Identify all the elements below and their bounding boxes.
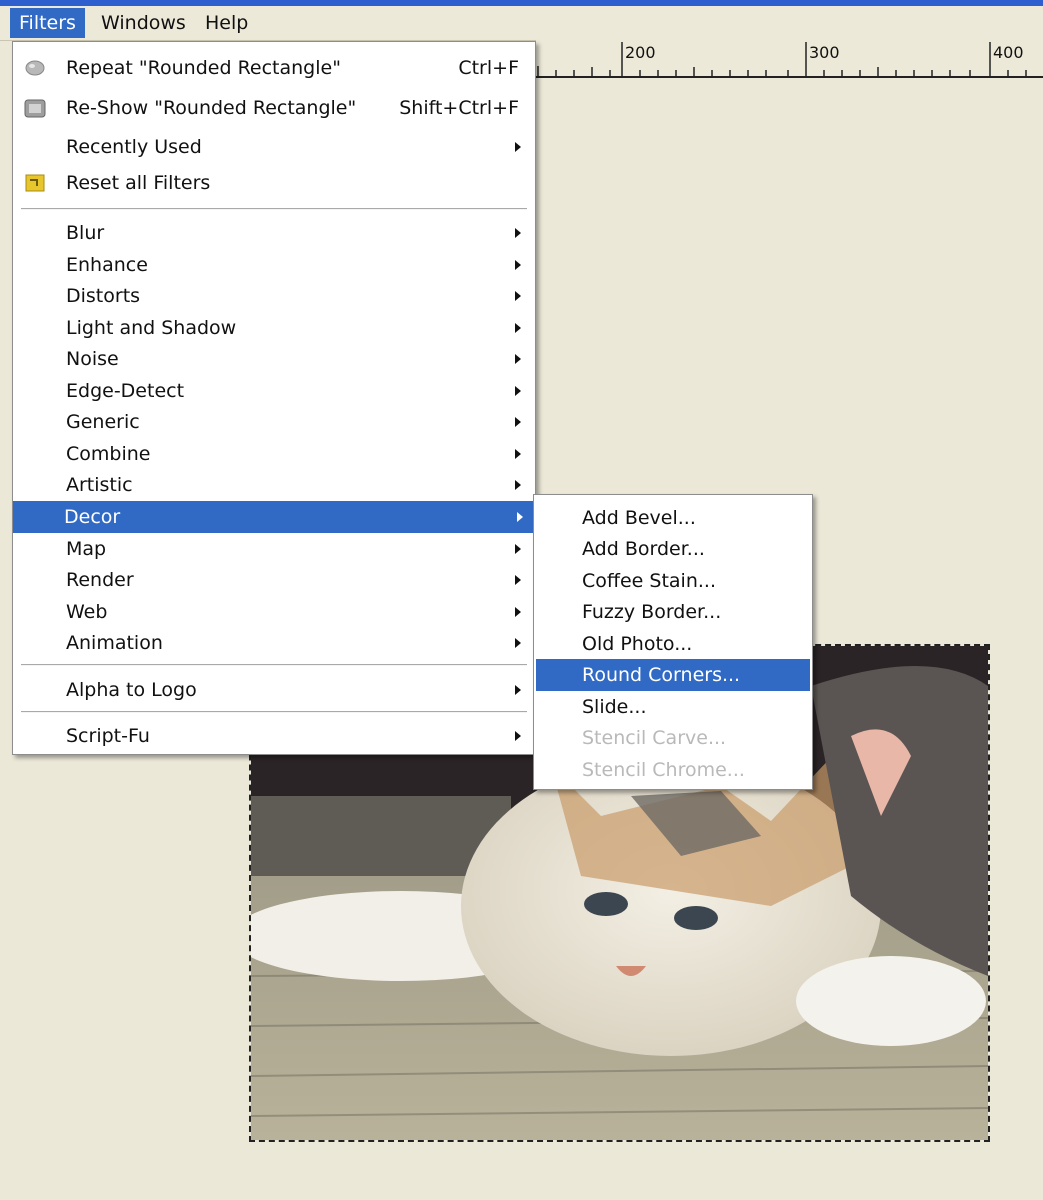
menu-item-script-fu[interactable]: Script-Fu [15,720,533,752]
submenu-item-slide[interactable]: Slide... [536,691,810,723]
menu-filters[interactable]: Filters [10,8,85,38]
menu-item-label: Animation [66,632,163,654]
reset-filters-icon [23,172,47,194]
menu-separator [21,664,527,666]
menu-item-blur[interactable]: Blur [15,217,533,249]
submenu-item-fuzzy-border[interactable]: Fuzzy Border... [536,596,810,628]
submenu-arrow-icon [517,512,523,522]
submenu-arrow-icon [515,544,521,554]
menu-bar: Filters Windows Help [0,6,1043,41]
submenu-arrow-icon [515,480,521,490]
submenu-arrow-icon [515,386,521,396]
ruler-label-400: 400 [993,43,1024,62]
menu-item-label: Decor [64,506,121,528]
menu-item-enhance[interactable]: Enhance [15,249,533,281]
menu-item-combine[interactable]: Combine [15,438,533,470]
menu-item-label: Render [66,569,134,591]
submenu-arrow-icon [515,449,521,459]
menu-item-label: Stencil Chrome... [582,759,745,781]
submenu-arrow-icon [515,731,521,741]
ruler-ticks [537,42,1027,76]
menu-item-repeat-filter[interactable]: Repeat "Rounded Rectangle" Ctrl+F [15,52,533,84]
menu-item-reshow-filter[interactable]: Re-Show "Rounded Rectangle" Shift+Ctrl+F [15,92,533,124]
menu-item-label: Slide... [582,696,647,718]
menu-item-label: Light and Shadow [66,317,237,339]
submenu-arrow-icon [515,575,521,585]
menu-item-label: Add Bevel... [582,507,696,529]
submenu-item-stencil-carve: Stencil Carve... [536,722,810,754]
submenu-arrow-icon [515,142,521,152]
menu-item-distorts[interactable]: Distorts [15,280,533,312]
submenu-item-coffee-stain[interactable]: Coffee Stain... [536,565,810,597]
menu-item-label: Old Photo... [582,633,693,655]
menu-windows[interactable]: Windows [92,8,195,38]
menu-item-render[interactable]: Render [15,564,533,596]
menu-item-map[interactable]: Map [15,533,533,565]
submenu-item-old-photo[interactable]: Old Photo... [536,628,810,660]
menu-item-label: Blur [66,222,105,244]
menu-item-label: Artistic [66,474,133,496]
submenu-item-stencil-chrome: Stencil Chrome... [536,754,810,786]
submenu-arrow-icon [515,685,521,695]
menu-item-label: Re-Show "Rounded Rectangle" [66,97,357,119]
menu-item-label: Recently Used [66,136,202,158]
menu-item-label: Script-Fu [66,725,150,747]
submenu-item-add-border[interactable]: Add Border... [536,533,810,565]
menu-item-label: Coffee Stain... [582,570,716,592]
submenu-arrow-icon [515,607,521,617]
menu-separator [21,208,527,210]
menu-item-artistic[interactable]: Artistic [15,469,533,501]
menu-item-label: Round Corners... [582,664,741,686]
menu-item-noise[interactable]: Noise [15,343,533,375]
menu-item-label: Generic [66,411,140,433]
submenu-arrow-icon [515,228,521,238]
menu-item-label: Web [66,601,108,623]
ruler-label-300: 300 [809,43,840,62]
shortcut-text: Ctrl+F [458,57,519,79]
submenu-arrow-icon [515,323,521,333]
menu-item-label: Alpha to Logo [66,679,197,701]
filters-menu: Repeat "Rounded Rectangle" Ctrl+F Re-Sho… [12,41,536,755]
submenu-arrow-icon [515,638,521,648]
menu-item-label: Stencil Carve... [582,727,727,749]
menu-item-label: Enhance [66,254,148,276]
ruler-label-200: 200 [625,43,656,62]
menu-item-reset-all-filters[interactable]: Reset all Filters [15,167,533,199]
shortcut-text: Shift+Ctrl+F [399,97,519,119]
submenu-arrow-icon [515,291,521,301]
menu-item-label: Add Border... [582,538,705,560]
decor-submenu: Add Bevel... Add Border... Coffee Stain.… [533,494,813,790]
menu-item-label: Map [66,538,107,560]
menu-item-generic[interactable]: Generic [15,406,533,438]
repeat-filter-icon [23,57,47,79]
submenu-arrow-icon [515,354,521,364]
horizontal-ruler[interactable]: 200 300 400 [536,40,1043,78]
submenu-arrow-icon [515,417,521,427]
menu-item-recently-used[interactable]: Recently Used [15,131,533,163]
menu-item-label: Combine [66,443,151,465]
menu-item-label: Noise [66,348,119,370]
menu-item-label: Repeat "Rounded Rectangle" [66,57,341,79]
submenu-item-round-corners[interactable]: Round Corners... [536,659,810,691]
menu-item-alpha-to-logo[interactable]: Alpha to Logo [15,674,533,706]
submenu-item-add-bevel[interactable]: Add Bevel... [536,502,810,534]
submenu-arrow-icon [515,260,521,270]
menu-item-animation[interactable]: Animation [15,627,533,659]
menu-item-web[interactable]: Web [15,596,533,628]
menu-item-label: Reset all Filters [66,172,211,194]
menu-item-light-and-shadow[interactable]: Light and Shadow [15,312,533,344]
menu-help[interactable]: Help [196,8,257,38]
menu-item-label: Distorts [66,285,141,307]
menu-item-label: Fuzzy Border... [582,601,722,623]
menu-item-decor[interactable]: Decor [13,501,535,533]
menu-separator [21,711,527,713]
reshow-filter-icon [23,97,47,119]
menu-item-edge-detect[interactable]: Edge-Detect [15,375,533,407]
menu-item-label: Edge-Detect [66,380,185,402]
